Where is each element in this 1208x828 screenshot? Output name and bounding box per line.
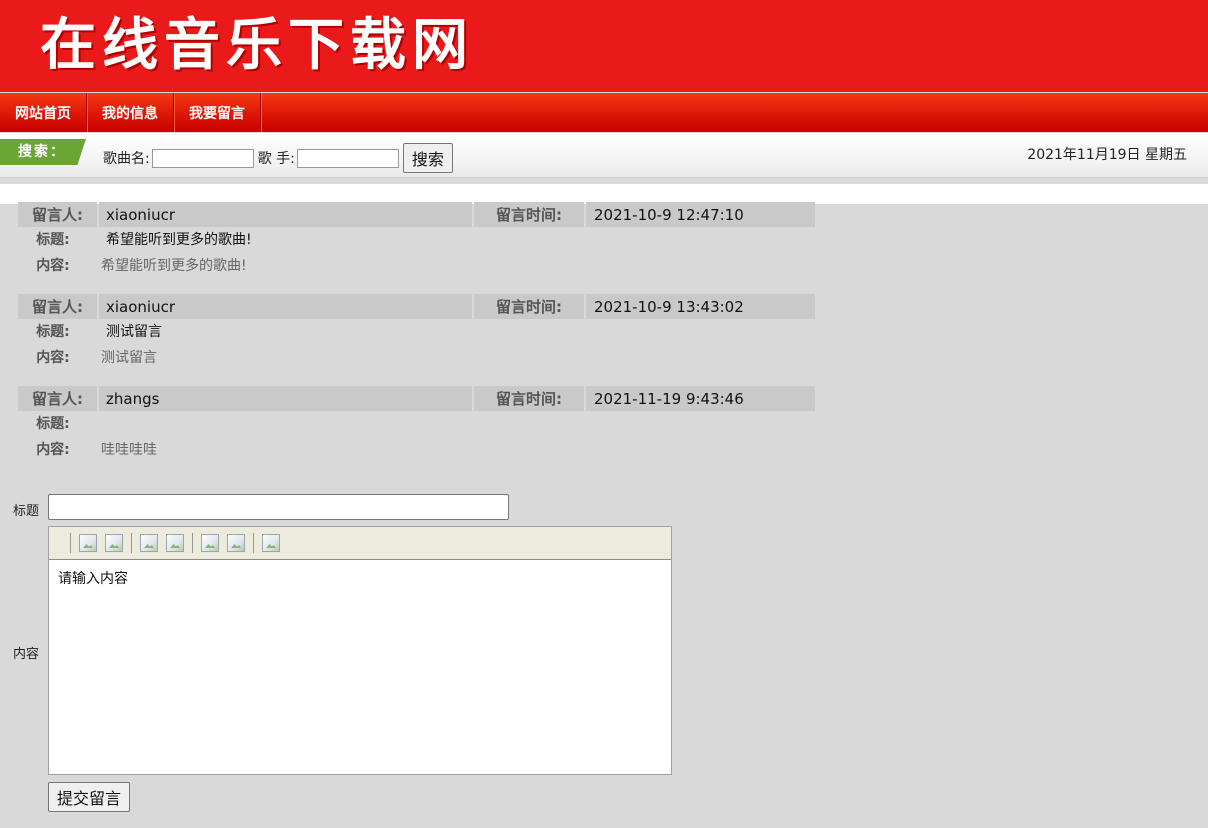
content-label: 内容: <box>18 253 88 279</box>
nav-item-my-info[interactable]: 我的信息 <box>87 93 174 132</box>
image-icon[interactable] <box>105 534 123 552</box>
search-form: 歌曲名: 歌 手: 搜索 <box>103 143 453 173</box>
message-content: 测试留言 <box>88 345 157 371</box>
message-time: 2021-10-9 12:47:10 <box>586 202 815 227</box>
message-item: 留言人: zhangs 留言时间: 2021-11-19 9:43:46 标题:… <box>18 386 815 463</box>
message-content: 希望能听到更多的歌曲! <box>88 253 247 279</box>
song-name-label: 歌曲名: <box>103 148 150 168</box>
header-banner: 在线音乐下载网 <box>0 0 1208 92</box>
search-button[interactable]: 搜索 <box>403 143 453 173</box>
search-bar: 搜索： 歌曲名: 歌 手: 搜索 2021年11月19日 星期五 <box>0 133 1208 178</box>
search-tag: 搜索： <box>0 139 86 165</box>
author-name: zhangs <box>99 386 472 411</box>
message-title: 希望能听到更多的歌曲! <box>88 227 252 253</box>
author-label: 留言人: <box>18 202 97 227</box>
toolbar-separator <box>192 533 193 553</box>
toolbar-separator <box>131 533 132 553</box>
author-name: xiaoniucr <box>99 202 472 227</box>
singer-label: 歌 手: <box>258 148 295 168</box>
author-name: xiaoniucr <box>99 294 472 319</box>
image-icon[interactable] <box>140 534 158 552</box>
editor-content-area[interactable]: 请输入内容 <box>49 560 671 774</box>
message-item: 留言人: xiaoniucr 留言时间: 2021-10-9 12:47:10 … <box>18 202 815 279</box>
divider-strip <box>0 184 1208 204</box>
content-label: 内容: <box>18 345 88 371</box>
message-title <box>88 411 106 437</box>
message-time: 2021-10-9 13:43:02 <box>586 294 815 319</box>
song-name-input[interactable] <box>152 149 254 168</box>
submit-message-button[interactable]: 提交留言 <box>48 782 130 812</box>
content-label: 内容: <box>18 437 88 463</box>
singer-input[interactable] <box>297 149 399 168</box>
message-item: 留言人: xiaoniucr 留言时间: 2021-10-9 13:43:02 … <box>18 294 815 371</box>
time-label: 留言时间: <box>474 202 584 227</box>
nav-item-leave-message[interactable]: 我要留言 <box>174 93 261 132</box>
site-title: 在线音乐下载网 <box>40 8 474 82</box>
message-time: 2021-11-19 9:43:46 <box>586 386 815 411</box>
toolbar-separator <box>253 533 254 553</box>
toolbar-separator <box>70 533 71 553</box>
author-label: 留言人: <box>18 386 97 411</box>
nav-item-home[interactable]: 网站首页 <box>0 93 87 132</box>
editor-toolbar <box>49 527 671 560</box>
title-label: 标题: <box>18 227 88 253</box>
form-content-label: 内容 <box>13 643 39 662</box>
title-label: 标题: <box>18 411 88 437</box>
author-label: 留言人: <box>18 294 97 319</box>
time-label: 留言时间: <box>474 386 584 411</box>
image-icon[interactable] <box>166 534 184 552</box>
title-input[interactable] <box>48 494 509 520</box>
title-label: 标题: <box>18 319 88 345</box>
image-icon[interactable] <box>262 534 280 552</box>
current-date: 2021年11月19日 星期五 <box>1027 144 1187 164</box>
image-icon[interactable] <box>201 534 219 552</box>
main-nav: 网站首页 我的信息 我要留言 <box>0 93 1208 132</box>
message-content: 哇哇哇哇 <box>88 437 157 463</box>
image-icon[interactable] <box>227 534 245 552</box>
message-title: 测试留言 <box>88 319 162 345</box>
form-title-label: 标题 <box>13 500 39 519</box>
image-icon[interactable] <box>79 534 97 552</box>
rich-text-editor: 请输入内容 <box>48 526 672 775</box>
message-list: 留言人: xiaoniucr 留言时间: 2021-10-9 12:47:10 … <box>18 202 815 478</box>
time-label: 留言时间: <box>474 294 584 319</box>
